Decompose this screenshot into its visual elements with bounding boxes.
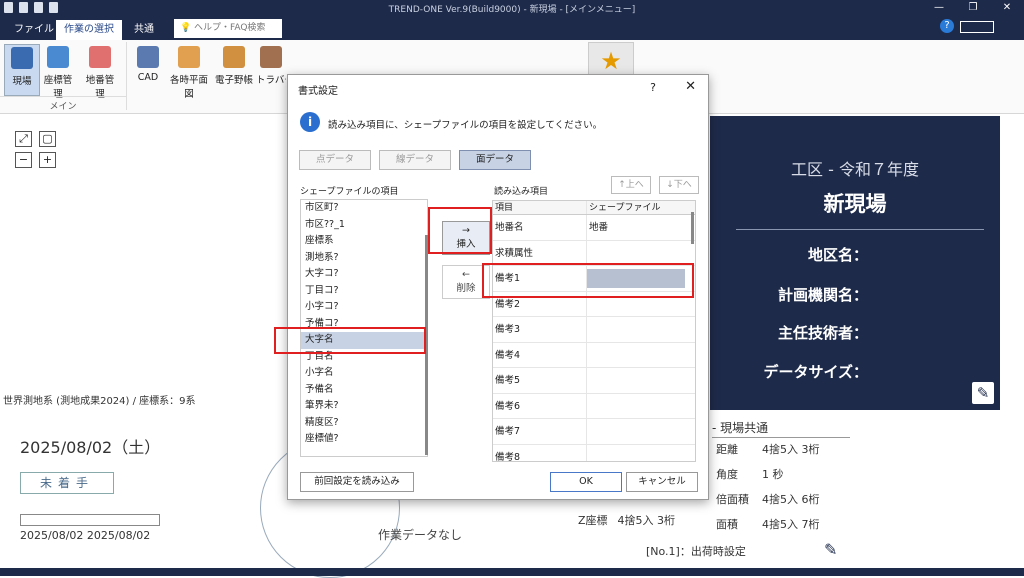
house-icon (178, 46, 200, 68)
list-item[interactable]: 市区町? (301, 200, 427, 217)
help-search-input[interactable]: 💡 ヘルプ・FAQ検索 (174, 19, 282, 38)
site-icon (11, 47, 33, 69)
grid-header: 項目 シェープファイル (493, 201, 695, 215)
ribbon-plan-button[interactable]: 各時平面図 (166, 44, 212, 100)
dialog-help-button[interactable]: ? (650, 81, 656, 94)
close-window-button[interactable]: ✕ (990, 0, 1024, 16)
ribbon-cad-button[interactable]: CAD (130, 44, 166, 83)
info-icon: i (300, 112, 320, 132)
agency-label: 計画機関名： (777, 286, 868, 304)
restore-button[interactable]: ❐ (956, 0, 990, 16)
ok-button[interactable]: OK (550, 472, 622, 492)
site-subtitle: 工区 - 令和７年度 (791, 160, 919, 179)
no-data-text: 作業データなし (378, 528, 463, 542)
list-item[interactable]: 精度区? (301, 415, 427, 432)
engineer-label: 主任技術者： (777, 324, 868, 342)
ribbon-fieldbook-button[interactable]: 電子野帳 (214, 44, 254, 86)
tab-point-data[interactable]: 点データ (299, 150, 371, 170)
ribbon-tabs: ファイル 作業の選択 共通 💡 ヘルプ・FAQ検索 ? (0, 16, 1024, 40)
edit-pencil-icon[interactable]: ✎ (972, 382, 994, 404)
table-row[interactable]: 備考5 (493, 368, 695, 394)
precision-row: 面積 4捨5入 7桁 (716, 518, 820, 531)
highlight-field (274, 327, 426, 354)
cad-icon (137, 46, 159, 68)
tab-area-data[interactable]: 面データ (459, 150, 531, 170)
edit-pencil-icon-2[interactable]: ✎ (824, 540, 844, 560)
lightbulb-icon: 💡 (180, 23, 192, 33)
table-row[interactable]: 備考7 (493, 419, 695, 445)
shape-fields-label: シェープファイルの項目 (300, 187, 399, 197)
list-item[interactable]: 小字名 (301, 365, 427, 382)
title-bar: TREND-ONE Ver.9(Build9000) - 新現場 - [メインメ… (0, 0, 1024, 16)
ribbon-traverse-button[interactable]: トラバー計算 (256, 44, 286, 86)
list-item[interactable]: 丁目コ? (301, 283, 427, 300)
load-previous-button[interactable]: 前回設定を読み込み (300, 472, 414, 492)
move-down-button[interactable]: ↓下へ (659, 176, 699, 194)
ribbon-coord-button[interactable]: 座標管理 (40, 44, 76, 100)
read-items-label: 読み込み項目 (494, 187, 549, 197)
precision-header: - 現場共通 (712, 421, 769, 435)
zoom-out-icon[interactable]: − (15, 152, 32, 168)
datasize-label: データサイズ： (763, 363, 868, 381)
tab-common[interactable]: 共通 (126, 20, 162, 40)
fieldbook-icon (223, 46, 245, 68)
list-item[interactable]: 測地系? (301, 250, 427, 267)
date-range: 2025/08/02 2025/08/02 (20, 529, 151, 542)
minimize-button[interactable]: — (922, 0, 956, 16)
tab-file[interactable]: ファイル (6, 20, 62, 40)
account-box[interactable] (960, 21, 994, 33)
current-date: 2025/08/02（土） (20, 438, 161, 457)
parcel-icon (89, 46, 111, 68)
coord-db-icon (47, 46, 69, 68)
tab-line-data[interactable]: 線データ (379, 150, 451, 170)
list-item[interactable]: 予備名 (301, 382, 427, 399)
help-icon[interactable]: ? (940, 19, 954, 33)
district-label: 地区名： (807, 246, 868, 264)
precision-row: 倍面積 4捨5入 6桁 (716, 493, 820, 506)
table-row[interactable]: 備考8 (493, 444, 695, 461)
site-title: 新現場 (823, 192, 887, 216)
ribbon-parcel-button[interactable]: 地番管理 (82, 44, 118, 100)
dialog-close-button[interactable]: ✕ (685, 79, 696, 94)
zoom-in-icon[interactable]: + (39, 152, 56, 168)
table-row[interactable]: 地番名 地番 (493, 215, 695, 241)
status-badge: 未着手 (20, 472, 114, 494)
precision-row: 角度 1 秒 (716, 468, 784, 481)
list-item[interactable]: 大字コ? (301, 266, 427, 283)
dialog-title: 書式設定 (298, 86, 338, 97)
z-coord-row: Z座標 4捨5入 3桁 (578, 514, 676, 527)
traverse-icon (260, 46, 282, 68)
precision-row: 距離 4捨5入 3桁 (716, 443, 820, 456)
coord-system-text: 世界測地系 (測地成果2024) / 座標系：9系 (0, 393, 276, 410)
cancel-button[interactable]: キャンセル (626, 472, 698, 492)
list-item[interactable]: 座標値? (301, 431, 427, 448)
table-row[interactable]: 備考6 (493, 393, 695, 419)
status-bar (0, 568, 1024, 576)
window-title: TREND-ONE Ver.9(Build9000) - 新現場 - [メインメ… (388, 5, 636, 15)
group-label-main: メイン (0, 96, 126, 112)
ship-setting-text: [No.1]：出荷時設定 (646, 545, 746, 558)
list-item[interactable]: 市区??_1 (301, 217, 427, 234)
grid-scrollbar[interactable] (691, 212, 694, 244)
list-item[interactable]: 座標系 (301, 233, 427, 250)
ribbon-site-button[interactable]: 現場 (4, 44, 40, 96)
dialog-message: 読み込み項目に、シェープファイルの項目を設定してください。 (328, 120, 603, 131)
table-row[interactable]: 備考3 (493, 317, 695, 343)
fit-icon[interactable]: ⤢ (15, 131, 32, 147)
zoom-controls: ⤢ ▢ − + (15, 131, 57, 168)
highlight-row (482, 263, 694, 298)
window-zoom-icon[interactable]: ▢ (39, 131, 56, 147)
progress-bar (20, 514, 160, 526)
table-row[interactable]: 備考4 (493, 342, 695, 368)
tab-work[interactable]: 作業の選択 (56, 20, 122, 40)
list-item[interactable]: 筆界未? (301, 398, 427, 415)
move-up-button[interactable]: ↑上へ (611, 176, 651, 194)
precision-table: 距離 4捨5入 3桁 角度 1 秒 倍面積 4捨5入 6桁 面積 4捨5入 7桁 (716, 441, 820, 541)
highlight-insert (428, 207, 492, 254)
site-info-panel: 工区 - 令和７年度 新現場 地区名： 計画機関名： 主任技術者： データサイズ… (710, 116, 1000, 410)
read-items-grid: 項目 シェープファイル 地番名 地番 求積属性 備考1 備考2 備考3 備考4 備考… (492, 200, 696, 462)
list-item[interactable]: 小字コ? (301, 299, 427, 316)
